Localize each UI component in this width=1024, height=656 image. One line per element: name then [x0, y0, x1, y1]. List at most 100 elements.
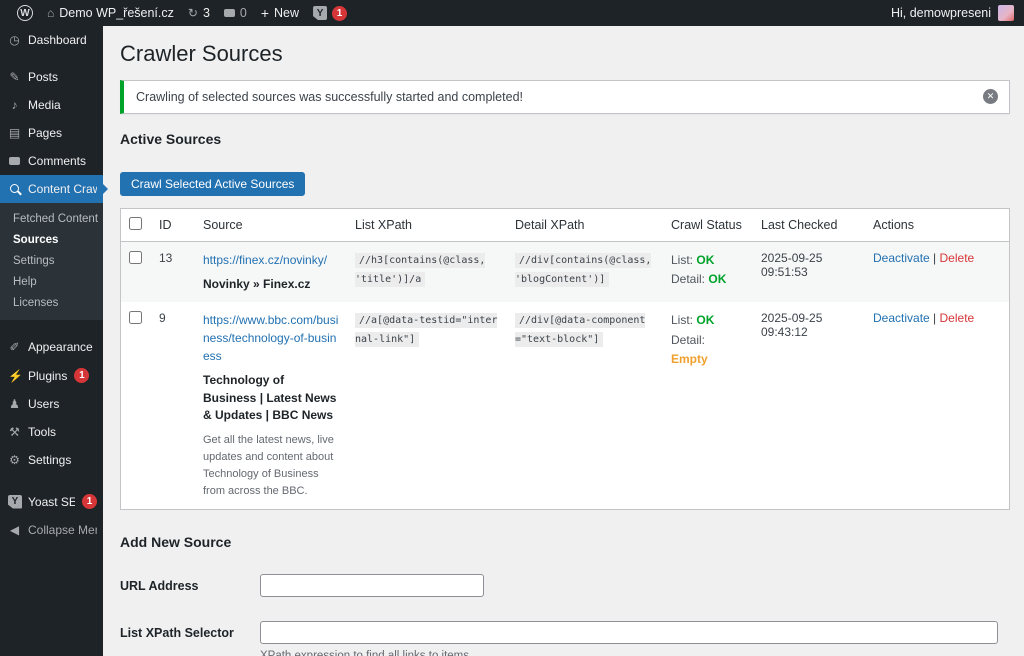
- sidebar-item-tools[interactable]: ⚒ Tools: [0, 418, 103, 446]
- sidebar-item-collapse-menu[interactable]: ◀ Collapse Menu: [0, 516, 103, 544]
- notice-text: Crawling of selected sources was success…: [136, 90, 523, 104]
- wrench-icon: ⚒: [8, 425, 21, 439]
- list-xpath-help: XPath expression to find all links to it…: [260, 650, 998, 656]
- updates-menu[interactable]: ↻ 3: [181, 0, 217, 26]
- updates-count: 3: [203, 6, 210, 20]
- submenu-item-sources[interactable]: Sources: [0, 229, 103, 250]
- deactivate-link[interactable]: Deactivate: [873, 251, 930, 265]
- sidebar-item-posts[interactable]: ✎ Posts: [0, 63, 103, 91]
- sidebar-item-comments[interactable]: Comments: [0, 147, 103, 175]
- deactivate-link[interactable]: Deactivate: [873, 311, 930, 325]
- page-title: Crawler Sources: [120, 41, 1010, 67]
- gear-icon: ⚙: [8, 453, 21, 467]
- collapse-arrow-icon: ◀: [8, 523, 21, 537]
- comments-icon: [224, 9, 235, 17]
- list-xpath-input[interactable]: [260, 621, 998, 644]
- col-header-crawl-status: Crawl Status: [663, 209, 753, 242]
- yoast-seo-badge: 1: [82, 494, 97, 509]
- last-checked-value: 2025-09-25 09:51:53: [753, 242, 865, 303]
- dashboard-icon: ◷: [8, 33, 21, 47]
- new-content-menu[interactable]: + New: [254, 0, 306, 26]
- plugin-icon: ⚡: [8, 369, 21, 383]
- crawl-selected-button[interactable]: Crawl Selected Active Sources: [120, 172, 305, 196]
- sidebar-item-users[interactable]: ♟ Users: [0, 390, 103, 418]
- site-name: Demo WP_řešení.cz: [59, 6, 174, 20]
- comments-count: 0: [240, 6, 247, 20]
- add-new-source-form: Add New Source URL Address List XPath Se…: [120, 532, 1010, 656]
- row-checkbox[interactable]: [129, 251, 142, 264]
- list-xpath-code: //h3[contains(@class, 'title')]/a: [355, 253, 485, 287]
- list-xpath-label: List XPath Selector: [120, 621, 260, 640]
- home-icon: ⌂: [47, 7, 54, 19]
- col-header-id: ID: [151, 209, 195, 242]
- plus-icon: +: [261, 6, 269, 20]
- yoast-menu[interactable]: Y 1: [306, 0, 354, 26]
- content-crawler-submenu: Fetched Content Sources Settings Help Li…: [0, 203, 103, 320]
- comments-menu[interactable]: 0: [217, 0, 254, 26]
- row-id: 13: [151, 242, 195, 303]
- submenu-item-help[interactable]: Help: [0, 271, 103, 292]
- avatar[interactable]: [998, 5, 1014, 21]
- yoast-icon: Y: [313, 6, 327, 20]
- success-notice: Crawling of selected sources was success…: [120, 80, 1010, 114]
- select-all-checkbox[interactable]: [129, 217, 142, 230]
- source-title: Technology of Business | Latest News & U…: [203, 372, 339, 424]
- site-name-menu[interactable]: ⌂ Demo WP_řešení.cz: [40, 0, 181, 26]
- user-icon: ♟: [8, 397, 21, 411]
- delete-link[interactable]: Delete: [940, 251, 975, 265]
- status-detail-label: Detail:: [671, 272, 705, 286]
- status-list-label: List:: [671, 313, 693, 327]
- table-row: 9 https://www.bbc.com/business/technolog…: [121, 302, 1009, 508]
- row-checkbox[interactable]: [129, 311, 142, 324]
- main-content: Crawler Sources Crawling of selected sou…: [103, 26, 1024, 656]
- sidebar-item-pages[interactable]: ▤ Pages: [0, 119, 103, 147]
- sidebar-item-yoast-seo[interactable]: Y Yoast SEO 1: [0, 487, 103, 516]
- row-id: 9: [151, 302, 195, 508]
- source-url-link[interactable]: https://www.bbc.com/business/technology-…: [203, 311, 339, 365]
- pages-icon: ▤: [8, 126, 21, 140]
- status-detail-value: OK: [708, 272, 726, 286]
- brush-icon: ✐: [8, 340, 21, 354]
- detail-xpath-code: //div[contains(@class, 'blogContent')]: [515, 253, 651, 287]
- yoast-notification-badge: 1: [332, 6, 347, 21]
- wordpress-logo-icon: W: [17, 5, 33, 21]
- media-icon: ♪: [8, 98, 21, 112]
- submenu-item-settings[interactable]: Settings: [0, 250, 103, 271]
- admin-bar: W ⌂ Demo WP_řešení.cz ↻ 3 0 + New Y 1 Hi…: [0, 0, 1024, 26]
- search-icon: [8, 182, 21, 196]
- sidebar-item-dashboard[interactable]: ◷ Dashboard: [0, 26, 103, 54]
- user-greeting[interactable]: Hi, demowpreseni: [891, 6, 991, 20]
- wordpress-logo-menu[interactable]: W: [10, 0, 40, 26]
- status-detail-label: Detail:: [671, 333, 705, 347]
- sidebar-item-media[interactable]: ♪ Media: [0, 91, 103, 119]
- status-list-value: OK: [696, 313, 714, 327]
- source-description: Get all the latest news, live updates an…: [203, 432, 339, 500]
- yoast-icon: Y: [8, 495, 21, 509]
- col-header-last-checked: Last Checked: [753, 209, 865, 242]
- url-address-label: URL Address: [120, 574, 260, 593]
- sidebar-item-plugins[interactable]: ⚡ Plugins 1: [0, 361, 103, 390]
- comments-bubble-icon: [8, 154, 21, 168]
- list-xpath-code: //a[@data-testid="internal-link"]: [355, 313, 497, 347]
- admin-sidebar: ◷ Dashboard ✎ Posts ♪ Media ▤ Pages Comm…: [0, 26, 103, 656]
- sidebar-item-content-crawler[interactable]: Content Crawler: [0, 175, 103, 203]
- dismiss-notice-button[interactable]: ✕: [983, 89, 998, 104]
- submenu-item-licenses[interactable]: Licenses: [0, 292, 103, 313]
- sidebar-item-appearance[interactable]: ✐ Appearance: [0, 333, 103, 361]
- url-address-input[interactable]: [260, 574, 484, 597]
- sources-table-card: ID Source List XPath Detail XPath Crawl …: [120, 208, 1010, 510]
- col-header-actions: Actions: [865, 209, 1009, 242]
- status-detail-value: Empty: [671, 352, 708, 366]
- active-sources-heading: Active Sources: [120, 131, 1010, 147]
- new-label: New: [274, 6, 299, 20]
- status-list-label: List:: [671, 253, 693, 267]
- plugins-update-badge: 1: [74, 368, 89, 383]
- table-row: 13 https://finex.cz/novinky/ Novinky » F…: [121, 242, 1009, 303]
- status-list-value: OK: [696, 253, 714, 267]
- detail-xpath-code: //div[@data-component="text-block"]: [515, 313, 645, 347]
- submenu-item-fetched-content[interactable]: Fetched Content: [0, 208, 103, 229]
- sidebar-item-settings[interactable]: ⚙ Settings: [0, 446, 103, 474]
- source-url-link[interactable]: https://finex.cz/novinky/: [203, 251, 339, 269]
- updates-icon: ↻: [188, 7, 198, 19]
- delete-link[interactable]: Delete: [940, 311, 975, 325]
